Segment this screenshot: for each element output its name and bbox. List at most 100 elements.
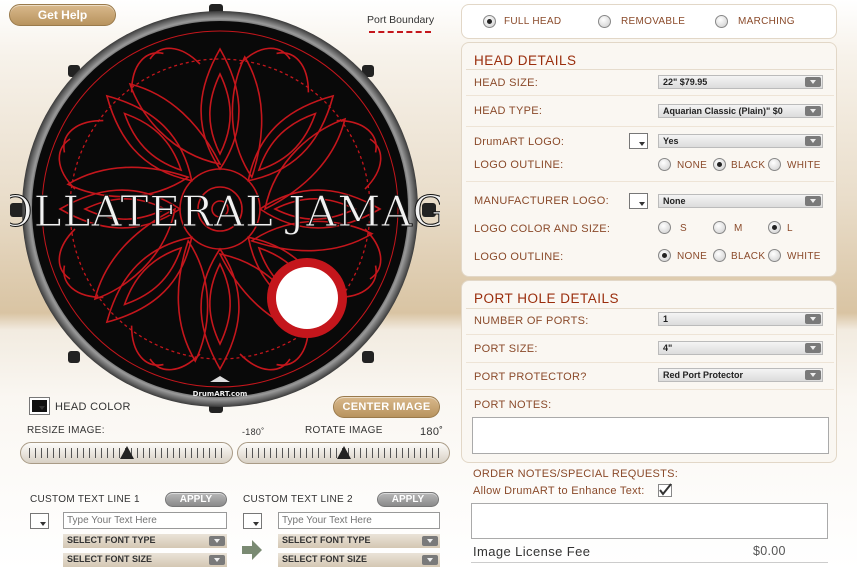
logo-outline-2-black-label[interactable]: BLACK xyxy=(731,251,765,262)
logo-outline-white-label[interactable]: WHITE xyxy=(787,160,821,171)
chevron-down-icon xyxy=(805,370,821,380)
port-hole[interactable] xyxy=(276,267,338,329)
text-line-2-input[interactable] xyxy=(278,512,440,529)
head-color-swatch[interactable] xyxy=(29,397,50,415)
text-line-2-font-type-select[interactable]: SELECT FONT TYPE xyxy=(278,534,440,548)
marching-label[interactable]: MARCHING xyxy=(738,16,795,27)
logo-size-l-label[interactable]: L xyxy=(787,223,793,234)
text-line-2-color-swatch[interactable] xyxy=(243,513,262,529)
port-size-value: 4" xyxy=(663,343,673,353)
rotate-slider[interactable] xyxy=(237,442,450,464)
manufacturer-logo-select[interactable]: None xyxy=(658,194,823,208)
port-hole-details-panel: PORT HOLE DETAILS NUMBER OF PORTS: 1 POR… xyxy=(461,280,837,463)
drumart-logo-color-swatch[interactable] xyxy=(629,133,648,149)
apply-text-line-2-button[interactable]: APPLY xyxy=(377,492,439,507)
head-color-label: HEAD COLOR xyxy=(55,401,131,413)
logo-color-size-label: LOGO COLOR AND SIZE: xyxy=(474,223,611,235)
checkmark-icon xyxy=(659,483,672,496)
drumart-logo-value: Yes xyxy=(663,136,679,146)
head-type-select[interactable]: Aquarian Classic (Plain)" $0 xyxy=(658,104,823,118)
divider xyxy=(466,308,834,309)
text-line-1-color-swatch[interactable] xyxy=(30,513,49,529)
marching-radio[interactable] xyxy=(715,15,728,28)
logo-size-s-label[interactable]: S xyxy=(680,223,687,234)
chevron-down-icon xyxy=(805,196,821,206)
port-notes-textarea[interactable] xyxy=(472,417,829,454)
text-line-2-font-size-select[interactable]: SELECT FONT SIZE xyxy=(278,553,440,567)
text-line-1-font-size-select[interactable]: SELECT FONT SIZE xyxy=(63,553,227,567)
resize-slider-thumb[interactable] xyxy=(120,446,134,459)
logo-outline-none-label[interactable]: NONE xyxy=(677,160,707,171)
logo-size-s-radio[interactable] xyxy=(658,221,671,234)
divider xyxy=(466,389,834,390)
logo-outline-white-radio[interactable] xyxy=(768,158,781,171)
logo-outline-2-white-radio[interactable] xyxy=(768,249,781,262)
logo-size-m-radio[interactable] xyxy=(713,221,726,234)
chevron-down-icon xyxy=(422,555,438,565)
head-details-panel: HEAD DETAILS HEAD SIZE: 22" $79.95 HEAD … xyxy=(461,42,837,277)
chevron-down-icon xyxy=(805,106,821,116)
order-notes-textarea[interactable] xyxy=(471,503,828,539)
divider xyxy=(471,562,828,563)
custom-text-line-2-label: CUSTOM TEXT LINE 2 xyxy=(243,494,353,505)
divider xyxy=(466,362,834,363)
apply-text-line-1-button[interactable]: APPLY xyxy=(165,492,227,507)
logo-outline-2-none-label[interactable]: NONE xyxy=(677,251,707,262)
drumart-logo-select[interactable]: Yes xyxy=(658,134,823,148)
image-license-fee-value: $0.00 xyxy=(753,544,786,558)
resize-slider[interactable] xyxy=(20,442,233,464)
number-of-ports-select[interactable]: 1 xyxy=(658,312,823,326)
chevron-down-icon xyxy=(422,536,438,546)
number-of-ports-value: 1 xyxy=(663,314,669,324)
logo-outline-black-radio[interactable] xyxy=(713,158,726,171)
order-notes-label: ORDER NOTES/SPECIAL REQUESTS: xyxy=(473,468,679,480)
chevron-down-icon xyxy=(209,536,225,546)
logo-outline-black-label[interactable]: BLACK xyxy=(731,160,765,171)
full-head-radio[interactable] xyxy=(483,15,496,28)
port-protector-label: PORT PROTECTOR? xyxy=(474,371,587,383)
enhance-text-checkbox[interactable] xyxy=(658,483,672,497)
text-line-2-font-size-value: SELECT FONT SIZE xyxy=(282,554,368,564)
custom-text-line-1-label: CUSTOM TEXT LINE 1 xyxy=(30,494,140,505)
removable-radio[interactable] xyxy=(598,15,611,28)
resize-image-label: RESIZE IMAGE: xyxy=(27,425,105,436)
logo-outline-2-black-radio[interactable] xyxy=(713,249,726,262)
head-details-title: HEAD DETAILS xyxy=(474,53,577,68)
head-size-select[interactable]: 22" $79.95 xyxy=(658,75,823,89)
head-size-label: HEAD SIZE: xyxy=(474,77,539,89)
head-size-value: 22" $79.95 xyxy=(663,77,708,87)
drumart-logo-label: DrumART LOGO: xyxy=(474,136,565,148)
text-line-1-input[interactable] xyxy=(63,512,227,529)
removable-label[interactable]: REMOVABLE xyxy=(621,16,685,27)
manufacturer-logo-color-swatch[interactable] xyxy=(629,193,648,209)
port-protector-value: Red Port Protector xyxy=(663,370,744,380)
manufacturer-logo-value: None xyxy=(663,196,686,206)
manufacturer-logo-label: MANUFACTURER LOGO: xyxy=(474,195,609,207)
head-type-label: HEAD TYPE: xyxy=(474,105,543,117)
logo-outline-2-none-radio[interactable] xyxy=(658,249,671,262)
arrow-right-icon xyxy=(242,540,262,560)
rotate-image-label: ROTATE IMAGE xyxy=(305,425,383,436)
rotate-slider-thumb[interactable] xyxy=(337,446,351,459)
text-line-1-font-size-value: SELECT FONT SIZE xyxy=(67,554,153,564)
logo-size-l-radio[interactable] xyxy=(768,221,781,234)
port-size-select[interactable]: 4" xyxy=(658,341,823,355)
center-image-button[interactable]: CENTER IMAGE xyxy=(333,396,440,418)
full-head-label[interactable]: FULL HEAD xyxy=(504,16,561,27)
text-line-1-font-type-select[interactable]: SELECT FONT TYPE xyxy=(63,534,227,548)
rotate-min-label: -180˚ xyxy=(242,427,265,437)
port-protector-select[interactable]: Red Port Protector xyxy=(658,368,823,382)
chevron-down-icon xyxy=(805,343,821,353)
head-type-tabs: FULL HEAD REMOVABLE MARCHING xyxy=(461,4,837,39)
logo-outline-2-white-label[interactable]: WHITE xyxy=(787,251,821,262)
rotate-max-label: 180˚ xyxy=(420,426,444,438)
chevron-down-icon xyxy=(805,314,821,324)
drum-preview[interactable]: COLLATERAL JAMAGE DrumART.com xyxy=(10,4,440,414)
logo-size-m-label[interactable]: M xyxy=(734,223,743,234)
logo-outline-none-radio[interactable] xyxy=(658,158,671,171)
chevron-down-icon xyxy=(209,555,225,565)
port-notes-label: PORT NOTES: xyxy=(474,399,552,411)
band-name-text[interactable]: COLLATERAL JAMAGE xyxy=(10,187,440,237)
head-type-value: Aquarian Classic (Plain)" $0 xyxy=(663,106,783,116)
text-line-1-font-type-value: SELECT FONT TYPE xyxy=(67,535,156,545)
